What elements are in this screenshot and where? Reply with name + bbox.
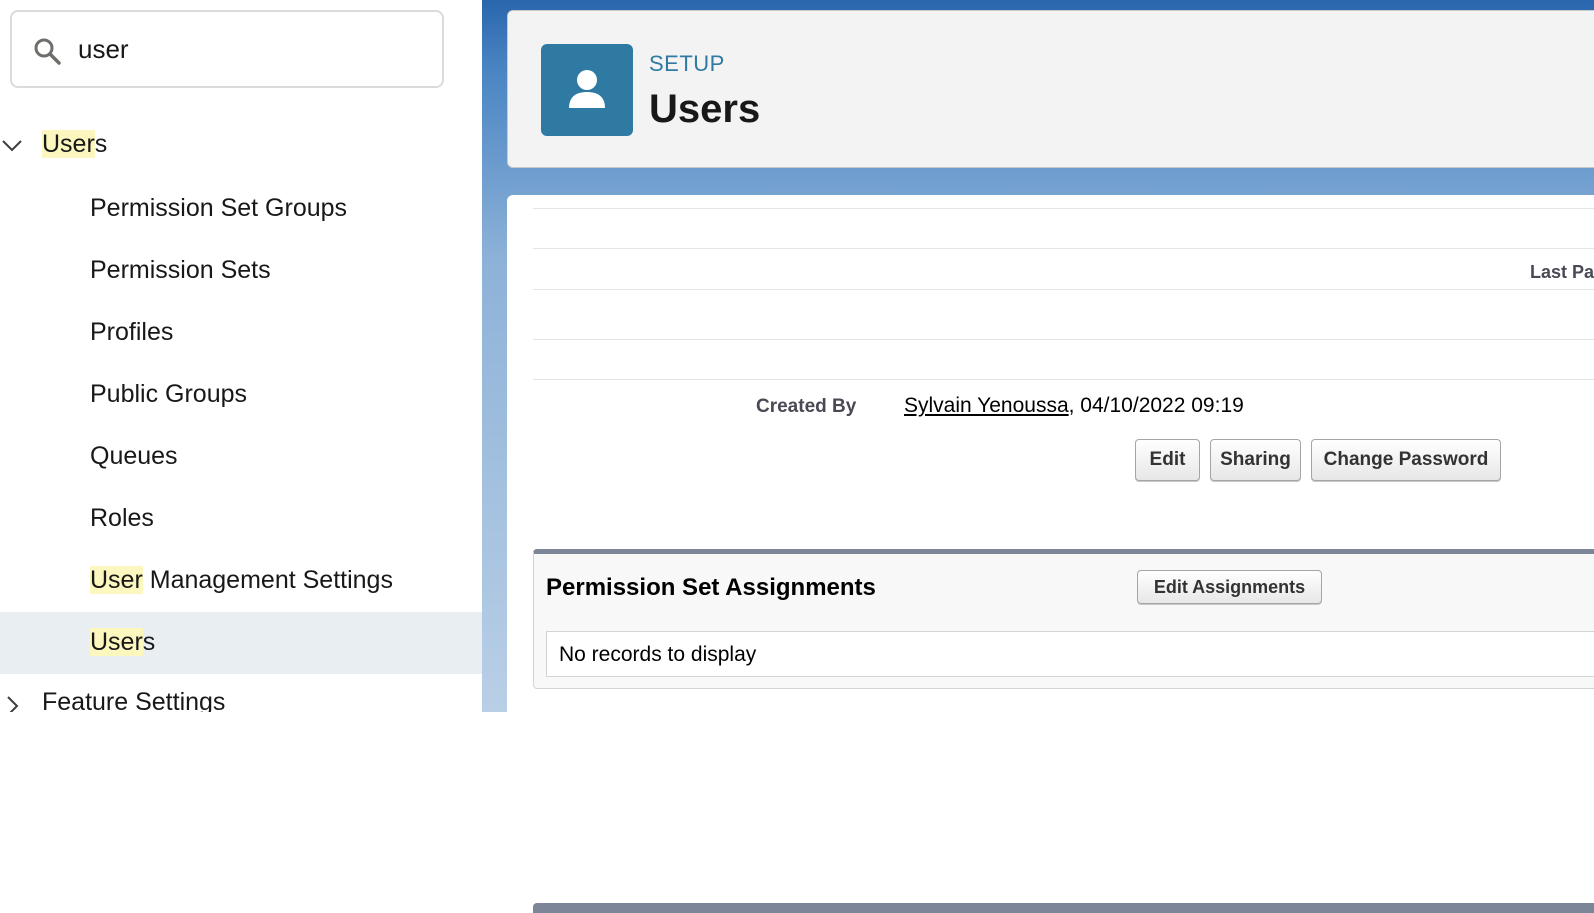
quick-find-search[interactable]: user bbox=[10, 10, 444, 88]
tree-item-label: Queues bbox=[90, 442, 178, 471]
page-title: Users bbox=[649, 87, 761, 131]
user-icon bbox=[569, 70, 605, 108]
search-match-highlight: User bbox=[42, 130, 95, 158]
tree-item-user-management-settings[interactable]: User Management Settings bbox=[0, 550, 482, 612]
tree-item-label: Permission Set Groups bbox=[90, 194, 347, 223]
tree-item-label-text: Queues bbox=[90, 442, 178, 470]
row-divider bbox=[533, 289, 1594, 290]
user-icon-tile bbox=[541, 44, 633, 136]
tree-item-label: Roles bbox=[90, 504, 154, 533]
search-input-value[interactable]: user bbox=[78, 34, 129, 65]
tree-node-feature-settings[interactable]: Feature Settings bbox=[0, 674, 482, 712]
page-header: SETUP Users bbox=[507, 10, 1594, 168]
change-password-button[interactable]: Change Password bbox=[1311, 439, 1501, 481]
tree-item-roles[interactable]: Roles bbox=[0, 488, 482, 550]
page-eyebrow: SETUP bbox=[649, 51, 725, 76]
empty-state-text: No records to display bbox=[559, 643, 757, 666]
tree-item-label-text: Permission Sets bbox=[90, 256, 271, 284]
sharing-button[interactable]: Sharing bbox=[1210, 439, 1301, 481]
tree-item-label: Users bbox=[90, 628, 155, 657]
tree-item-public-groups[interactable]: Public Groups bbox=[0, 364, 482, 426]
row-divider bbox=[533, 248, 1594, 249]
tree-item-permission-set-groups[interactable]: Permission Set Groups bbox=[0, 178, 482, 240]
chevron-down-icon[interactable] bbox=[0, 133, 24, 157]
tree-item-queues[interactable]: Queues bbox=[0, 426, 482, 488]
setup-sidebar: user Users Permission Set Groups Permiss… bbox=[0, 0, 482, 712]
tree-item-label-text: Public Groups bbox=[90, 380, 248, 408]
related-list-title: Permission Set Assignments bbox=[546, 574, 876, 601]
tree-node-users[interactable]: Users bbox=[0, 116, 482, 178]
last-password-label: Last Pa bbox=[1530, 262, 1594, 282]
tree-item-label: Profiles bbox=[90, 318, 173, 347]
row-divider bbox=[533, 208, 1594, 209]
tree-item-permission-sets[interactable]: Permission Sets bbox=[0, 240, 482, 302]
tree-item-label: User Management Settings bbox=[90, 566, 393, 595]
row-divider bbox=[533, 379, 1594, 380]
search-icon bbox=[34, 38, 61, 65]
tree-item-users[interactable]: Users bbox=[0, 612, 482, 674]
user-detail-card: Last Pa Created By Sylvain Yenoussa, 04/… bbox=[507, 195, 1594, 913]
tree-item-profiles[interactable]: Profiles bbox=[0, 302, 482, 364]
edit-button[interactable]: Edit bbox=[1135, 439, 1200, 481]
related-list-body: No records to display bbox=[546, 631, 1594, 677]
tree-item-label-text: s bbox=[142, 628, 156, 656]
tree-node-label: Users bbox=[42, 130, 107, 159]
tree-node-label-rest: s bbox=[94, 130, 108, 158]
tree-item-label-text: Permission Set Groups bbox=[90, 194, 348, 222]
tree-item-label-text: Profiles bbox=[90, 318, 174, 346]
search-match-highlight: User bbox=[90, 628, 143, 656]
edit-assignments-button[interactable]: Edit Assignments bbox=[1137, 570, 1322, 604]
tree-item-label-text: Roles bbox=[90, 504, 154, 532]
created-by-label: Created By bbox=[756, 396, 857, 417]
setup-tree: Users Permission Set Groups Permission S… bbox=[0, 116, 482, 712]
tree-item-label: Public Groups bbox=[90, 380, 247, 409]
created-by-user-link[interactable]: Sylvain Yenoussa bbox=[904, 394, 1069, 417]
chevron-right-icon[interactable] bbox=[0, 694, 24, 712]
permission-set-assignments-list: Permission Set Assignments Edit Assignme… bbox=[533, 549, 1594, 689]
row-divider bbox=[533, 339, 1594, 340]
tree-node-label: Feature Settings bbox=[42, 688, 226, 712]
created-by-date: , 04/10/2022 09:19 bbox=[1068, 394, 1244, 417]
tree-item-label: Permission Sets bbox=[90, 256, 271, 285]
search-match-highlight: User bbox=[90, 566, 143, 594]
next-related-list-header bbox=[533, 903, 1594, 913]
created-by-value: Sylvain Yenoussa, 04/10/2022 09:19 bbox=[904, 394, 1244, 418]
tree-item-label-text: Management Settings bbox=[142, 566, 393, 594]
